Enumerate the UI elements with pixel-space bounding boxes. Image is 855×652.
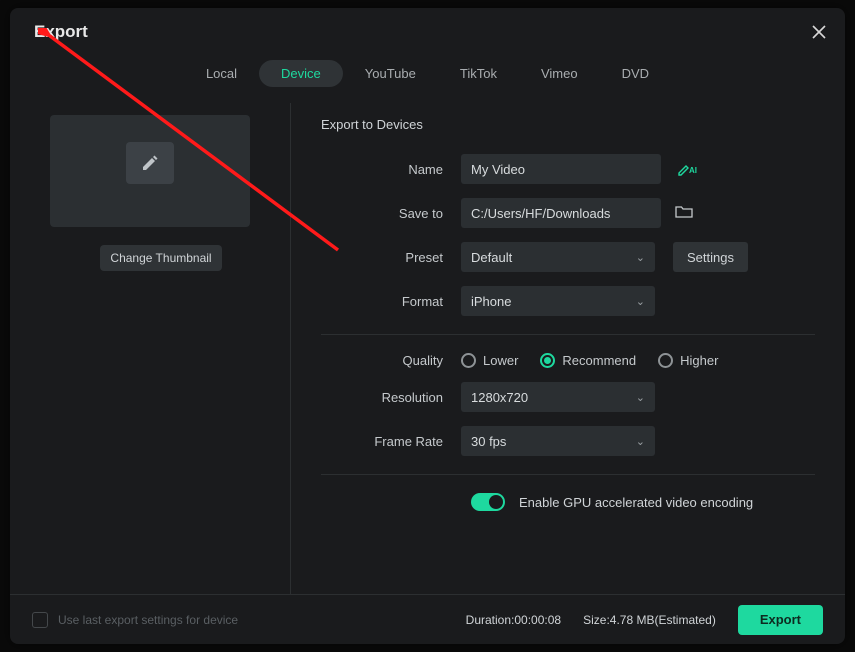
format-select[interactable]: iPhone ⌄	[461, 286, 655, 316]
format-label: Format	[321, 294, 461, 309]
format-value: iPhone	[471, 294, 511, 309]
size-value: 4.78 MB(Estimated)	[610, 613, 716, 627]
export-tabs: Local Device YouTube TikTok Vimeo DVD	[10, 60, 845, 87]
resolution-value: 1280x720	[471, 390, 528, 405]
radio-dot-icon	[544, 357, 551, 364]
name-row: Name My Video AI	[321, 154, 815, 184]
preset-select[interactable]: Default ⌄	[461, 242, 655, 272]
resolution-label: Resolution	[321, 390, 461, 405]
svg-text:AI: AI	[689, 166, 697, 175]
quality-label: Quality	[321, 353, 461, 368]
chevron-down-icon: ⌄	[636, 251, 645, 264]
tab-tiktok[interactable]: TikTok	[438, 60, 519, 87]
quality-higher-label: Higher	[680, 353, 718, 368]
radio-circle-icon	[461, 353, 476, 368]
resolution-row: Resolution 1280x720 ⌄	[321, 382, 815, 412]
preset-label: Preset	[321, 250, 461, 265]
name-value: My Video	[471, 162, 525, 177]
edit-icon	[126, 142, 174, 184]
toggle-knob-icon	[489, 495, 503, 509]
size-meta: Size:4.78 MB(Estimated)	[583, 613, 716, 627]
framerate-label: Frame Rate	[321, 434, 461, 449]
duration-label: Duration:	[466, 613, 515, 627]
chevron-down-icon: ⌄	[636, 435, 645, 448]
section-title: Export to Devices	[321, 117, 815, 132]
framerate-select[interactable]: 30 fps ⌄	[461, 426, 655, 456]
folder-icon[interactable]	[675, 205, 693, 222]
change-thumbnail-button[interactable]: Change Thumbnail	[100, 245, 222, 271]
name-label: Name	[321, 162, 461, 177]
gpu-toggle-row: Enable GPU accelerated video encoding	[471, 493, 815, 511]
tab-local[interactable]: Local	[184, 60, 259, 87]
quality-higher-radio[interactable]: Higher	[658, 353, 718, 368]
export-button[interactable]: Export	[738, 605, 823, 635]
dialog-body: Change Thumbnail Export to Devices Name …	[10, 103, 845, 594]
radio-circle-icon	[540, 353, 555, 368]
save-path-input[interactable]: C:/Users/HF/Downloads	[461, 198, 661, 228]
tab-vimeo[interactable]: Vimeo	[519, 60, 600, 87]
quality-row: Quality Lower Recommend Higher	[321, 353, 815, 368]
framerate-row: Frame Rate 30 fps ⌄	[321, 426, 815, 456]
dialog-header: Export	[10, 8, 845, 50]
preset-value: Default	[471, 250, 512, 265]
format-row: Format iPhone ⌄	[321, 286, 815, 316]
quality-lower-radio[interactable]: Lower	[461, 353, 518, 368]
use-last-label: Use last export settings for device	[58, 613, 466, 627]
size-label: Size:	[583, 613, 610, 627]
thumbnail-caption	[149, 190, 152, 200]
gpu-toggle[interactable]	[471, 493, 505, 511]
thumbnail-preview[interactable]	[50, 115, 250, 227]
tab-device[interactable]: Device	[259, 60, 343, 87]
divider	[321, 474, 815, 475]
resolution-select[interactable]: 1280x720 ⌄	[461, 382, 655, 412]
ai-rename-icon[interactable]: AI	[677, 162, 697, 176]
framerate-value: 30 fps	[471, 434, 506, 449]
quality-radio-group: Lower Recommend Higher	[461, 353, 718, 368]
save-row: Save to C:/Users/HF/Downloads	[321, 198, 815, 228]
chevron-down-icon: ⌄	[636, 391, 645, 404]
use-last-checkbox[interactable]	[32, 612, 48, 628]
close-icon[interactable]	[807, 20, 831, 44]
preset-row: Preset Default ⌄ Settings	[321, 242, 815, 272]
gpu-toggle-label: Enable GPU accelerated video encoding	[519, 495, 753, 510]
quality-recommend-radio[interactable]: Recommend	[540, 353, 636, 368]
save-value: C:/Users/HF/Downloads	[471, 206, 610, 221]
save-label: Save to	[321, 206, 461, 221]
preset-settings-button[interactable]: Settings	[673, 242, 748, 272]
dialog-title: Export	[34, 22, 821, 42]
export-dialog: Export Local Device YouTube TikTok Vimeo…	[10, 8, 845, 644]
tab-dvd[interactable]: DVD	[600, 60, 671, 87]
quality-lower-label: Lower	[483, 353, 518, 368]
dialog-footer: Use last export settings for device Dura…	[10, 594, 845, 644]
radio-circle-icon	[658, 353, 673, 368]
divider	[321, 334, 815, 335]
settings-panel: Export to Devices Name My Video AI Save …	[290, 103, 823, 594]
chevron-down-icon: ⌄	[636, 295, 645, 308]
tab-youtube[interactable]: YouTube	[343, 60, 438, 87]
quality-recommend-label: Recommend	[562, 353, 636, 368]
duration-meta: Duration:00:00:08	[466, 613, 561, 627]
duration-value: 00:00:08	[514, 613, 561, 627]
thumbnail-panel: Change Thumbnail	[32, 103, 290, 594]
name-input[interactable]: My Video	[461, 154, 661, 184]
